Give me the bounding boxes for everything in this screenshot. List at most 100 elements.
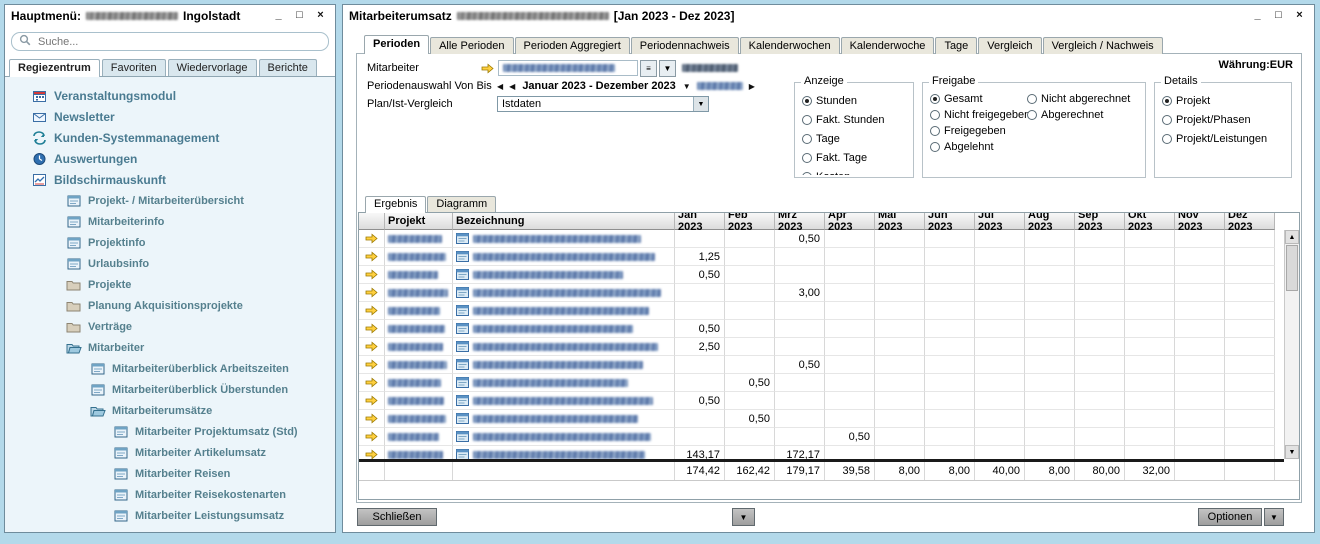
- row-link-arrow-icon[interactable]: [359, 392, 385, 410]
- table-row[interactable]: 0,50: [359, 230, 1299, 248]
- options-button[interactable]: Optionen: [1198, 508, 1262, 526]
- minimize-button[interactable]: _: [1249, 9, 1266, 24]
- vertical-scrollbar[interactable]: ▲ ▼: [1284, 230, 1299, 459]
- tree-item-planung-akquisitionsprojekte[interactable]: Planung Akquisitionsprojekte: [5, 295, 335, 316]
- tab-diagramm[interactable]: Diagramm: [427, 196, 496, 212]
- tab-vergleich[interactable]: Vergleich: [978, 37, 1041, 54]
- mitarbeiterumsatz-titlebar[interactable]: Mitarbeiterumsatz [Jan 2023 - Dez 2023] …: [343, 5, 1314, 27]
- tab-kalenderwoche[interactable]: Kalenderwoche: [841, 37, 935, 54]
- tree-item-mitarbeiter-artikelumsatz[interactable]: Mitarbeiter Artikelumsatz: [5, 442, 335, 463]
- row-link-arrow-icon[interactable]: [359, 248, 385, 266]
- radio-tage[interactable]: Tage: [802, 129, 911, 148]
- period-dropdown-icon[interactable]: ▼: [683, 82, 691, 91]
- table-row[interactable]: 0,50: [359, 356, 1299, 374]
- column-header-jul-2023[interactable]: Jul 2023: [975, 213, 1025, 230]
- radio-projekt[interactable]: Projekt: [1162, 91, 1289, 110]
- options-dropdown-button[interactable]: ▼: [1264, 508, 1284, 526]
- tab-tage[interactable]: Tage: [935, 37, 977, 54]
- tab-perioden[interactable]: Perioden: [364, 35, 429, 54]
- first-period-button[interactable]: ◀: [497, 82, 503, 91]
- column-header-feb-2023[interactable]: Feb 2023: [725, 213, 775, 230]
- column-header-jan-2023[interactable]: Jan 2023: [675, 213, 725, 230]
- tree-item-mitarbeiterüberblick-überstunden[interactable]: Mitarbeiterüberblick Überstunden: [5, 379, 335, 400]
- mitarbeiter-field[interactable]: [498, 60, 638, 76]
- radio-projekt-leistungen[interactable]: Projekt/Leistungen: [1162, 129, 1289, 148]
- tree-item-bildschirmauskunft[interactable]: Bildschirmauskunft: [5, 169, 335, 190]
- mitarbeiter-list-button[interactable]: ≡: [640, 60, 657, 77]
- link-arrow-icon[interactable]: [481, 63, 494, 74]
- close-window-button[interactable]: ×: [312, 9, 329, 24]
- close-window-button[interactable]: ×: [1291, 9, 1308, 24]
- maximize-button[interactable]: □: [291, 9, 308, 24]
- table-row[interactable]: 0,50: [359, 392, 1299, 410]
- tree-item-kunden-systemmanagement[interactable]: Kunden-Systemmanagement: [5, 127, 335, 148]
- mitarbeiter-dropdown-button[interactable]: ▼: [659, 60, 676, 77]
- column-header-dez-2023[interactable]: Dez 2023: [1225, 213, 1275, 230]
- table-row[interactable]: 143,17172,17: [359, 446, 1299, 459]
- tree-item-mitarbeiterinfo[interactable]: Mitarbeiterinfo: [5, 211, 335, 232]
- tree-item-mitarbeiter-reisen[interactable]: Mitarbeiter Reisen: [5, 463, 335, 484]
- tab-regiezentrum[interactable]: Regiezentrum: [9, 59, 100, 77]
- tree-item-mitarbeiterumsätze[interactable]: Mitarbeiterumsätze: [5, 400, 335, 421]
- tab-berichte[interactable]: Berichte: [259, 59, 317, 76]
- tree-item-mitarbeiter-leistungsumsatz[interactable]: Mitarbeiter Leistungsumsatz: [5, 505, 335, 526]
- tree-item-verträge[interactable]: Verträge: [5, 316, 335, 337]
- minimize-button[interactable]: _: [270, 9, 287, 24]
- row-link-arrow-icon[interactable]: [359, 446, 385, 459]
- previous-period-button[interactable]: ◀: [509, 82, 515, 91]
- maximize-button[interactable]: □: [1270, 9, 1287, 24]
- row-link-arrow-icon[interactable]: [359, 302, 385, 320]
- tree-item-mitarbeiter-projektumsatz-std[interactable]: Mitarbeiter Projektumsatz (Std): [5, 421, 335, 442]
- row-link-arrow-icon[interactable]: [359, 230, 385, 248]
- table-row[interactable]: 3,00: [359, 284, 1299, 302]
- table-row[interactable]: 2,50: [359, 338, 1299, 356]
- radio-nicht-abgerechnet[interactable]: Nicht abgerechnet: [1027, 91, 1130, 107]
- column-header-sep-2023[interactable]: Sep 2023: [1075, 213, 1125, 230]
- tree-item-mitarbeiterüberblick-arbeitszeiten[interactable]: Mitarbeiterüberblick Arbeitszeiten: [5, 358, 335, 379]
- table-row[interactable]: 0,50: [359, 374, 1299, 392]
- radio-fakt-stunden[interactable]: Fakt. Stunden: [802, 110, 911, 129]
- radio-freigegeben[interactable]: Freigegeben: [930, 123, 1030, 139]
- row-link-arrow-icon[interactable]: [359, 338, 385, 356]
- column-header-okt-2023[interactable]: Okt 2023: [1125, 213, 1175, 230]
- row-link-arrow-icon[interactable]: [359, 320, 385, 338]
- tree-item-projekt-mitarbeiterübersicht[interactable]: Projekt- / Mitarbeiterübersicht: [5, 190, 335, 211]
- table-row[interactable]: 1,25: [359, 248, 1299, 266]
- table-row[interactable]: 0,50: [359, 410, 1299, 428]
- next-period-button[interactable]: ▶: [749, 82, 755, 91]
- plan-ist-select[interactable]: Istdaten ▼: [497, 96, 709, 112]
- column-header-mai-2023[interactable]: Mai 2023: [875, 213, 925, 230]
- row-link-arrow-icon[interactable]: [359, 284, 385, 302]
- scrollbar-thumb[interactable]: [1286, 245, 1298, 291]
- radio-abgelehnt[interactable]: Abgelehnt: [930, 139, 1030, 155]
- tree-item-projekte[interactable]: Projekte: [5, 274, 335, 295]
- tree-item-auswertungen[interactable]: Auswertungen: [5, 148, 335, 169]
- radio-abgerechnet[interactable]: Abgerechnet: [1027, 107, 1130, 123]
- table-row[interactable]: [359, 302, 1299, 320]
- radio-stunden[interactable]: Stunden: [802, 91, 911, 110]
- row-link-arrow-icon[interactable]: [359, 374, 385, 392]
- column-header-apr-2023[interactable]: Apr 2023: [825, 213, 875, 230]
- radio-kosten[interactable]: Kosten: [802, 167, 911, 175]
- expand-dropdown-button[interactable]: ▼: [732, 508, 755, 526]
- column-header-bezeichnung[interactable]: Bezeichnung: [453, 213, 675, 230]
- tree-item-mitarbeiter-reisekostenarten[interactable]: Mitarbeiter Reisekostenarten: [5, 484, 335, 505]
- search-input[interactable]: [36, 35, 321, 49]
- radio-nicht-freigegeben[interactable]: Nicht freigegeben: [930, 107, 1030, 123]
- tab-alle-perioden[interactable]: Alle Perioden: [430, 37, 513, 54]
- tab-wiedervorlage[interactable]: Wiedervorlage: [168, 59, 257, 76]
- scroll-up-button[interactable]: ▲: [1285, 230, 1299, 244]
- table-row[interactable]: 0,50: [359, 428, 1299, 446]
- row-link-arrow-icon[interactable]: [359, 266, 385, 284]
- column-header-nov-2023[interactable]: Nov 2023: [1175, 213, 1225, 230]
- column-header-projekt[interactable]: Projekt: [385, 213, 453, 230]
- tab-favoriten[interactable]: Favoriten: [102, 59, 166, 76]
- row-link-arrow-icon[interactable]: [359, 356, 385, 374]
- tab-perioden-aggregiert[interactable]: Perioden Aggregiert: [515, 37, 630, 54]
- tree-item-projektinfo[interactable]: Projektinfo: [5, 232, 335, 253]
- tab-kalenderwochen[interactable]: Kalenderwochen: [740, 37, 840, 54]
- close-button[interactable]: Schließen: [357, 508, 437, 526]
- radio-gesamt[interactable]: Gesamt: [930, 91, 1030, 107]
- period-range-value[interactable]: Januar 2023 - Dezember 2023: [522, 80, 675, 92]
- table-row[interactable]: 0,50: [359, 266, 1299, 284]
